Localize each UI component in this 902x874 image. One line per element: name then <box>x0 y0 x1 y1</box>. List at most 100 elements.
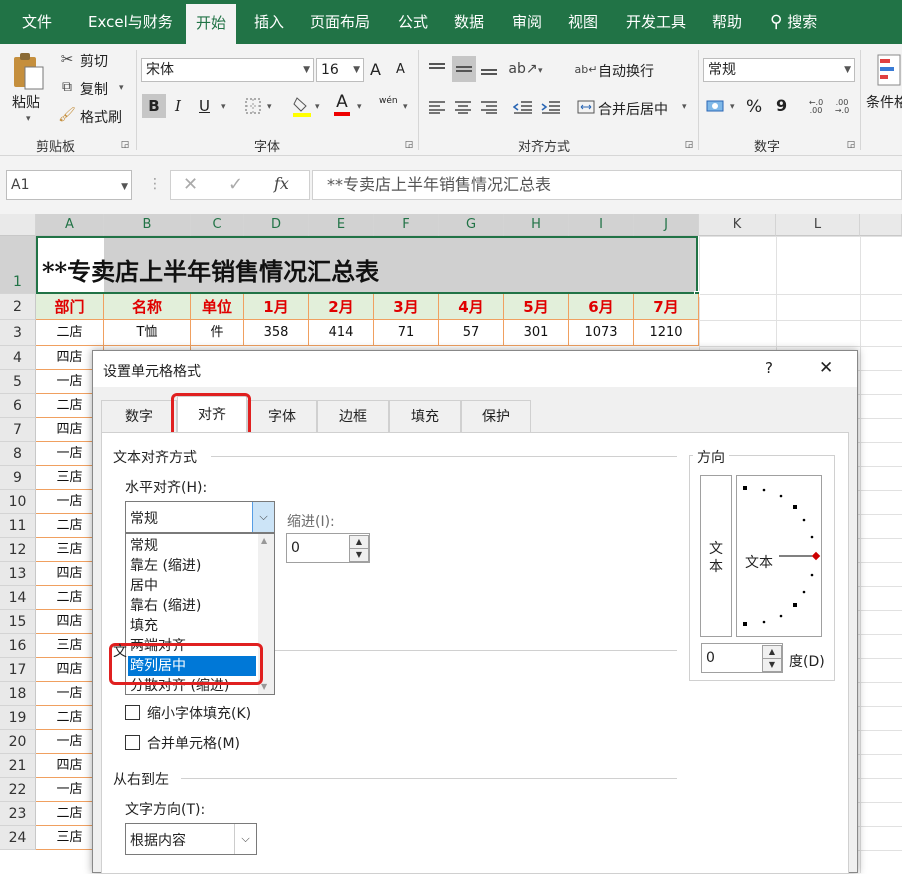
align-top-icon[interactable] <box>426 58 448 80</box>
row-header[interactable]: 1 <box>0 236 36 294</box>
cut-icon[interactable]: ✂ <box>58 50 76 68</box>
formula-input[interactable]: **专卖店上半年销售情况汇总表 <box>312 170 902 200</box>
select-all-corner[interactable] <box>0 214 36 236</box>
wrap-text-button[interactable]: 自动换行 <box>598 61 654 81</box>
spin-up-icon[interactable]: ▲ <box>762 645 782 659</box>
row-header[interactable]: 16 <box>0 634 36 658</box>
shrink-font-button[interactable]: A <box>396 62 405 77</box>
tab-formulas[interactable]: 公式 <box>398 0 428 44</box>
orientation-dropdown-icon[interactable]: ▾ <box>538 66 543 76</box>
dialog-launcher-icon[interactable]: ◲ <box>684 140 694 150</box>
align-center-icon[interactable] <box>452 96 474 118</box>
font-color-button[interactable]: A <box>334 92 350 116</box>
column-header[interactable] <box>860 214 902 236</box>
tab-page-layout[interactable]: 页面布局 <box>310 0 370 44</box>
column-header[interactable]: I <box>569 214 634 236</box>
spin-down-icon[interactable]: ▼ <box>349 548 369 562</box>
tab-excel-finance[interactable]: Excel与财务 <box>88 0 173 44</box>
decrease-decimal-icon[interactable]: .00 →.0 <box>832 96 852 118</box>
column-header[interactable]: H <box>504 214 569 236</box>
header-cell[interactable]: 2月 <box>309 294 374 320</box>
enter-icon[interactable]: ✓ <box>228 174 243 195</box>
merge-center-icon[interactable] <box>576 96 596 118</box>
degree-spinner[interactable]: 0 ▲ ▼ <box>701 643 783 673</box>
tab-number[interactable]: 数字 <box>101 400 177 432</box>
paste-label[interactable]: 粘贴 <box>12 92 40 112</box>
column-header[interactable]: J <box>634 214 699 236</box>
header-cell[interactable]: 部门 <box>36 294 104 320</box>
dialog-launcher-icon[interactable]: ◲ <box>846 140 856 150</box>
tab-home[interactable]: 开始 <box>186 4 237 44</box>
shrink-to-fit-checkbox[interactable] <box>125 705 140 720</box>
dropdown-option[interactable]: 居中 <box>128 576 256 596</box>
row-header[interactable]: 4 <box>0 346 36 370</box>
row-header[interactable]: 12 <box>0 538 36 562</box>
dropdown-option[interactable]: 常规 <box>128 536 256 556</box>
indent-spinner[interactable]: 0 ▲ ▼ <box>286 533 370 563</box>
row-header[interactable]: 11 <box>0 514 36 538</box>
cut-button[interactable]: 剪切 <box>80 51 108 71</box>
table-cell[interactable]: 57 <box>439 320 504 346</box>
tab-help[interactable]: 帮助 <box>712 0 742 44</box>
font-size-select[interactable]: 16 ▼ <box>316 58 364 82</box>
column-header[interactable]: E <box>309 214 374 236</box>
conditional-format-button[interactable]: 条件格 <box>866 92 902 112</box>
paste-dropdown-icon[interactable]: ▾ <box>26 114 31 124</box>
format-painter-icon[interactable]: 🖌 <box>58 106 76 124</box>
tab-font[interactable]: 字体 <box>247 400 317 432</box>
copy-dropdown-icon[interactable]: ▾ <box>119 83 124 93</box>
chevron-down-icon[interactable]: ⌵ <box>234 824 256 854</box>
fill-color-dropdown-icon[interactable]: ▾ <box>315 102 320 112</box>
row-header[interactable]: 21 <box>0 754 36 778</box>
table-cell[interactable]: 414 <box>309 320 374 346</box>
tab-border[interactable]: 边框 <box>317 400 389 432</box>
spin-down-icon[interactable]: ▼ <box>762 658 782 672</box>
underline-dropdown-icon[interactable]: ▾ <box>221 102 226 112</box>
comma-button[interactable]: 9 <box>776 96 787 115</box>
format-painter-button[interactable]: 格式刷 <box>80 107 122 127</box>
row-header[interactable]: 22 <box>0 778 36 802</box>
font-color-dropdown-icon[interactable]: ▾ <box>357 102 362 112</box>
dropdown-option[interactable]: 靠左 (缩进) <box>128 556 256 576</box>
row-header[interactable]: 9 <box>0 466 36 490</box>
tab-fill[interactable]: 填充 <box>389 400 461 432</box>
scroll-up-icon[interactable]: ▲ <box>261 536 267 545</box>
table-cell[interactable]: T恤 <box>104 320 191 346</box>
column-header[interactable]: F <box>374 214 439 236</box>
align-right-icon[interactable] <box>478 96 500 118</box>
orientation-icon[interactable]: ab↗ <box>508 58 537 80</box>
merge-cells-checkbox[interactable] <box>125 735 140 750</box>
number-format-select[interactable]: 常规 ▼ <box>703 58 855 82</box>
accounting-format-icon[interactable] <box>706 96 726 118</box>
column-header[interactable]: B <box>104 214 191 236</box>
column-header[interactable]: K <box>699 214 776 236</box>
phonetic-dropdown-icon[interactable]: ▾ <box>403 102 408 112</box>
column-header[interactable]: C <box>191 214 244 236</box>
dialog-launcher-icon[interactable]: ◲ <box>404 140 414 150</box>
table-cell[interactable]: 358 <box>244 320 309 346</box>
text-direction-select[interactable]: 根据内容 ⌵ <box>125 823 257 855</box>
row-header[interactable]: 7 <box>0 418 36 442</box>
header-cell[interactable]: 4月 <box>439 294 504 320</box>
table-cell[interactable]: 件 <box>191 320 244 346</box>
row-header[interactable]: 10 <box>0 490 36 514</box>
header-cell[interactable]: 5月 <box>504 294 569 320</box>
scroll-down-icon[interactable]: ▼ <box>261 682 267 691</box>
tab-data[interactable]: 数据 <box>454 0 484 44</box>
row-header[interactable]: 6 <box>0 394 36 418</box>
row-header[interactable]: 3 <box>0 320 36 346</box>
tab-insert[interactable]: 插入 <box>254 0 284 44</box>
bold-button[interactable]: B <box>142 94 166 118</box>
row-header[interactable]: 5 <box>0 370 36 394</box>
phonetic-button[interactable]: wén <box>379 96 398 106</box>
cancel-icon[interactable]: ✕ <box>183 174 198 195</box>
table-cell[interactable]: 301 <box>504 320 569 346</box>
close-button[interactable]: ✕ <box>819 358 833 378</box>
tab-file[interactable]: 文件 <box>22 0 52 44</box>
dialog-launcher-icon[interactable]: ◲ <box>120 140 130 150</box>
search-box[interactable]: ⚲ 搜索 <box>770 0 817 44</box>
table-cell[interactable]: 1210 <box>634 320 699 346</box>
header-cell[interactable]: 名称 <box>104 294 191 320</box>
row-header[interactable]: 20 <box>0 730 36 754</box>
font-name-select[interactable]: 宋体 ▼ <box>141 58 314 82</box>
